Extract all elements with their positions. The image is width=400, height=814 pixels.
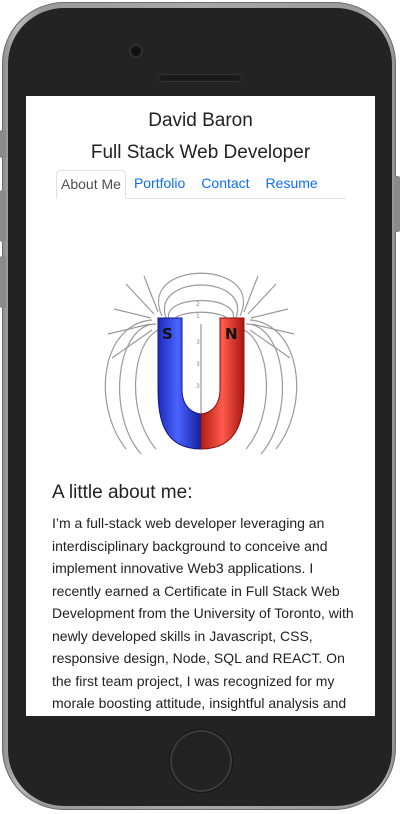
- phone-screen: David Baron Full Stack Web Developer Abo…: [26, 96, 375, 716]
- phone-device-frame: David Baron Full Stack Web Developer Abo…: [0, 0, 400, 814]
- developer-name: David Baron: [148, 110, 253, 131]
- volume-up-button: [0, 190, 6, 242]
- about-heading: A little about me:: [52, 482, 193, 503]
- svg-text:2: 2: [196, 301, 200, 308]
- volume-down-button: [0, 256, 6, 308]
- tab-resume[interactable]: Resume: [258, 170, 326, 197]
- developer-title: Full Stack Web Developer: [90, 142, 311, 163]
- tab-contact[interactable]: Contact: [193, 170, 257, 197]
- tab-portfolio[interactable]: Portfolio: [126, 170, 193, 197]
- tab-about-me[interactable]: About Me: [56, 170, 126, 199]
- front-camera-icon: [131, 46, 141, 56]
- svg-text:3: 3: [196, 383, 200, 390]
- about-paragraph: I’m a full-stack web developer leveragin…: [52, 515, 354, 711]
- power-button: [394, 176, 400, 232]
- horseshoe-magnet-icon: 2 1 3 3 3 4 S N: [104, 272, 298, 455]
- svg-text:3: 3: [196, 361, 200, 368]
- svg-text:1: 1: [196, 313, 200, 320]
- home-button[interactable]: [170, 730, 232, 792]
- svg-text:3: 3: [196, 339, 200, 346]
- mute-switch: [0, 130, 6, 158]
- earpiece-speaker: [158, 74, 242, 82]
- north-pole-label: N: [225, 325, 238, 343]
- south-pole-label: S: [162, 325, 173, 343]
- magnet-illustration: 2 1 3 3 3 4 S N: [96, 254, 306, 464]
- nav-tabs: About Me Portfolio Contact Resume: [56, 170, 346, 199]
